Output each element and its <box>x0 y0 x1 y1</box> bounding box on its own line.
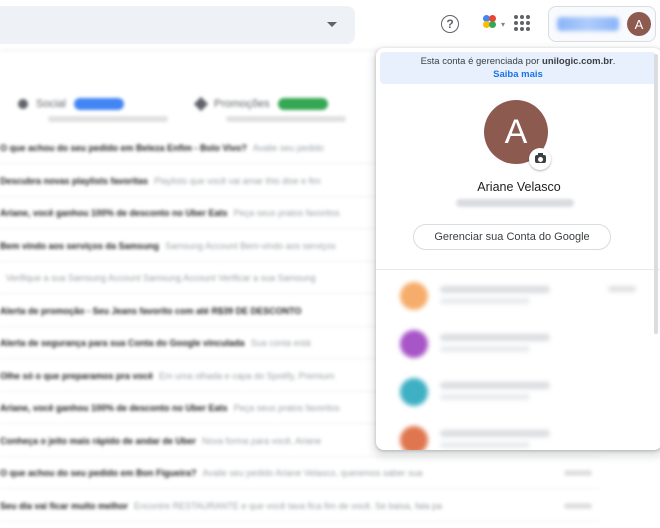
tag-icon <box>193 96 209 112</box>
account-status-blurred <box>608 286 636 292</box>
account-email-blurred <box>440 298 530 304</box>
avatar: A <box>627 12 651 36</box>
email-subject: Ariane, você ganhou 100% de desconto no … <box>0 208 228 218</box>
search-options-icon[interactable] <box>327 22 337 27</box>
account-email-blurred <box>440 442 530 448</box>
email-preview: Samsung Account Bem-vindo aos serviços <box>165 240 336 251</box>
account-avatar <box>400 378 428 406</box>
managed-domain: unilogic.com.br <box>542 56 613 67</box>
email-preview: Peça seus pratos favoritos <box>233 403 340 413</box>
tab-social[interactable]: Social <box>18 98 168 122</box>
managed-suffix: . <box>612 56 616 67</box>
email-row[interactable]: Seu dia vai ficar muito melhor Encontre R… <box>0 491 600 522</box>
email-preview: Em uma olhada e capa do Spotify, Premium <box>159 370 335 381</box>
email-date <box>564 470 592 476</box>
popup-scrollbar[interactable] <box>654 54 658 334</box>
account-popup: Esta conta é gerenciada por unilogic.com… <box>376 48 660 450</box>
managed-text: Esta conta é gerenciada por unilogic.com… <box>380 52 656 67</box>
other-account-item[interactable] <box>376 418 660 450</box>
other-account-item[interactable] <box>376 370 660 418</box>
tab-promotions[interactable]: Promoções <box>193 96 346 122</box>
help-icon-glyph: ? <box>446 17 454 31</box>
change-photo-camera-icon[interactable] <box>529 148 551 170</box>
email-preview: Avalie seu pedido Ariane Velasco, querem… <box>202 468 423 478</box>
other-accounts-list <box>376 274 660 450</box>
managed-account-banner: Esta conta é gerenciada por unilogic.com… <box>380 52 656 84</box>
manage-google-account-button[interactable]: Gerenciar sua Conta do Google <box>413 224 611 250</box>
tab-promotions-badge <box>277 98 328 110</box>
email-subject: Bem vindo aos serviços da Samsung <box>0 240 160 251</box>
account-email-blurred <box>440 346 530 352</box>
help-icon[interactable]: ? <box>441 15 459 33</box>
chevron-down-icon: ▾ <box>501 20 506 29</box>
organization-logo <box>557 17 619 31</box>
email-preview: Encontre RESTAURANTE e que você tava fic… <box>134 500 443 511</box>
learn-more-link[interactable]: Saiba mais <box>380 69 656 80</box>
account-name-blurred <box>440 286 550 293</box>
email-preview: Verifique a sua Samsung Account Samsung … <box>6 273 316 283</box>
account-avatar <box>400 282 428 310</box>
email-preview: Avalie seu pedido <box>252 143 324 153</box>
email-subject: Conheça o jeito mais rápido de andar de … <box>0 435 197 446</box>
account-name-blurred <box>440 382 550 389</box>
camera-icon-body <box>534 153 546 163</box>
account-email-blurred <box>440 394 530 400</box>
email-subject: Descubra novas playlists favoritas <box>0 175 149 186</box>
gemini-dot-green <box>489 21 496 28</box>
account-name-blurred <box>440 430 550 437</box>
other-account-item[interactable] <box>376 274 660 322</box>
email-subject: Alerta de segurança para sua Conta do Go… <box>0 338 245 348</box>
tab-promotions-preview <box>226 116 346 122</box>
other-account-item[interactable] <box>376 322 660 370</box>
email-row[interactable]: O que achou do seu pedido em Bon Figueir… <box>0 458 600 489</box>
popup-divider <box>376 269 660 270</box>
email-subject: O que achou do seu pedido em Beleza Enfi… <box>0 143 247 153</box>
email-subject: Ariane, você ganhou 100% de desconto no … <box>0 403 228 413</box>
apps-grid-icon[interactable] <box>514 15 530 31</box>
tab-promotions-label: Promoções <box>214 98 270 110</box>
managed-prefix: Esta conta é gerenciada por <box>420 56 543 67</box>
email-date <box>564 502 592 509</box>
email-subject: Olhe só o que preparamos pra você <box>0 370 154 381</box>
tab-social-preview <box>48 116 168 122</box>
account-name-blurred <box>440 334 550 341</box>
gemini-icon[interactable]: ▾ <box>483 15 505 31</box>
email-preview: Nova forma para você, Ariane <box>202 435 322 446</box>
email-subject: Alerta de promoção - Seu Jeans favorito … <box>0 305 302 316</box>
user-email-blurred <box>456 199 574 207</box>
people-icon <box>18 99 28 109</box>
email-preview: Sua conta está <box>250 338 311 348</box>
email-preview: Playlists que você vai amar this dise e … <box>154 175 321 186</box>
tab-social-label: Social <box>36 98 66 110</box>
account-switcher-button[interactable]: A <box>548 6 656 42</box>
account-avatar <box>400 426 428 450</box>
tab-social-badge <box>73 98 124 110</box>
user-name: Ariane Velasco <box>477 180 561 194</box>
email-subject: O que achou do seu pedido em Bon Figueir… <box>0 468 197 478</box>
email-subject: Seu dia vai ficar muito melhor <box>0 500 129 511</box>
account-avatar <box>400 330 428 358</box>
search-bar[interactable] <box>0 6 355 44</box>
email-preview: Peça seus pratos favoritos <box>233 208 340 218</box>
